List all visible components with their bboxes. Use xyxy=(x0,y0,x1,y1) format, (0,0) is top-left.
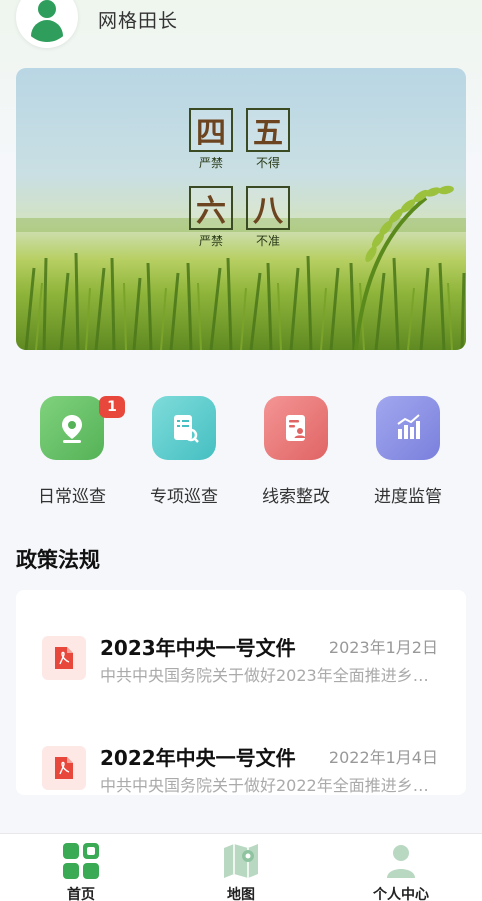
rice-field-illustration xyxy=(16,185,466,350)
user-role: 网格田长 xyxy=(98,10,179,32)
document-description: 中共中央国务院关于做好2023年全面推进乡村振兴重点工作的意见 xyxy=(100,666,440,685)
special-patrol-button[interactable]: 专项巡查 xyxy=(128,396,240,516)
sign-block-4: 八 不准 xyxy=(246,186,290,249)
special-patrol-label: 专项巡查 xyxy=(150,487,218,507)
daily-patrol-label: 日常巡查 xyxy=(38,487,106,507)
list-item[interactable]: 2023年中央一号文件 2023年1月2日 中共中央国务院关于做好2023年全面… xyxy=(16,622,466,692)
notification-badge: 1 xyxy=(99,396,125,418)
daily-patrol-button[interactable]: 1 日常巡查 xyxy=(16,396,128,516)
document-search-icon xyxy=(152,396,216,460)
document-date: 2023年1月2日 xyxy=(328,638,438,657)
nav-item-map[interactable]: 地图 xyxy=(161,834,321,901)
promo-banner[interactable]: 四 严禁 五 不得 六 严禁 八 不准 xyxy=(16,68,466,350)
location-pin-icon xyxy=(40,396,104,460)
document-date: 2022年1月4日 xyxy=(328,748,438,767)
clue-rectification-label: 线索整改 xyxy=(262,487,330,507)
nav-item-profile[interactable]: 个人中心 xyxy=(321,834,481,901)
nav-label-profile: 个人中心 xyxy=(373,887,429,901)
map-icon xyxy=(224,844,258,878)
progress-supervision-label: 进度监管 xyxy=(374,487,442,507)
document-person-icon xyxy=(264,396,328,460)
header: 网格田长 xyxy=(0,0,482,50)
user-avatar-icon[interactable] xyxy=(16,0,78,48)
sign-block-3: 六 严禁 xyxy=(189,186,233,249)
home-grid-icon xyxy=(63,843,99,879)
document-title: 2023年中央一号文件 xyxy=(100,636,296,660)
nav-label-home: 首页 xyxy=(67,887,95,901)
pdf-file-icon xyxy=(42,746,86,790)
document-description: 中共中央国务院关于做好2022年全面推进乡村振兴重点工作的意见 xyxy=(100,776,440,795)
pdf-file-icon xyxy=(42,636,86,680)
person-icon xyxy=(387,845,415,878)
nav-item-home[interactable]: 首页 xyxy=(1,834,161,901)
bar-chart-icon xyxy=(376,396,440,460)
clue-rectification-button[interactable]: 线索整改 xyxy=(240,396,352,516)
quick-actions: 1 日常巡查 专项巡查 线索整改 进度监管 xyxy=(0,370,482,510)
sign-block-2: 五 不得 xyxy=(246,108,290,171)
list-item[interactable]: 2022年中央一号文件 2022年1月4日 中共中央国务院关于做好2022年全面… xyxy=(16,732,466,802)
progress-supervision-button[interactable]: 进度监管 xyxy=(352,396,464,516)
nav-label-map: 地图 xyxy=(227,887,255,901)
bottom-nav: 首页 地图 个人中心 xyxy=(0,833,482,901)
policy-list: 2023年中央一号文件 2023年1月2日 中共中央国务院关于做好2023年全面… xyxy=(16,590,466,795)
document-title: 2022年中央一号文件 xyxy=(100,746,296,770)
sign-block-1: 四 严禁 xyxy=(189,108,233,171)
policy-section-title: 政策法规 xyxy=(16,548,100,572)
